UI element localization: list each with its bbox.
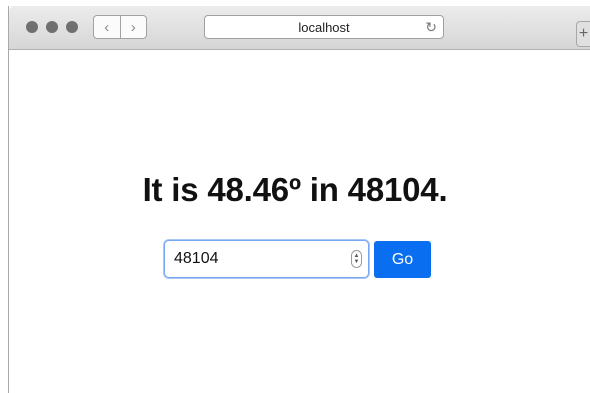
minimize-window-button[interactable] (46, 21, 58, 33)
reload-icon[interactable]: ↻ (425, 19, 437, 36)
zoom-window-button[interactable] (66, 21, 78, 33)
page-title: It is 48.46º in 48104. (142, 171, 448, 208)
zip-input[interactable] (165, 241, 345, 277)
stepper-icon[interactable]: ▲ ▼ (351, 250, 362, 268)
new-tab-button[interactable]: + (576, 21, 590, 47)
go-button[interactable]: Go (374, 241, 431, 278)
browser-toolbar: ‹ › localhost ↻ + (9, 6, 590, 50)
history-nav: ‹ › (93, 15, 147, 39)
forward-button[interactable]: › (119, 16, 147, 38)
address-text: localhost (298, 19, 350, 35)
plus-icon: + (578, 25, 589, 42)
chevron-left-icon: ‹ (104, 18, 110, 36)
back-button[interactable]: ‹ (94, 16, 120, 38)
zip-field[interactable]: ▲ ▼ (164, 240, 369, 278)
close-window-button[interactable] (26, 21, 38, 33)
address-bar[interactable]: localhost ↻ (204, 15, 444, 39)
chevron-down-icon: ▼ (353, 259, 360, 265)
chevron-right-icon: › (130, 18, 136, 36)
